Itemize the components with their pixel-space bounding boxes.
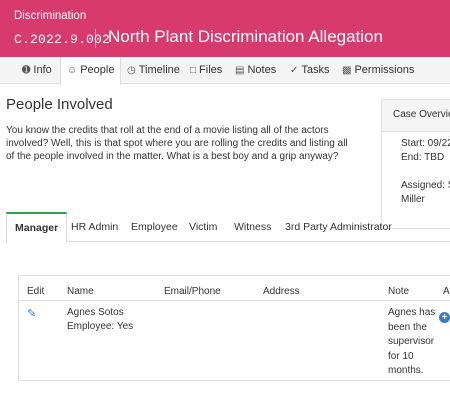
tab-tasks-label: Tasks bbox=[301, 64, 330, 76]
column-header-name: Name bbox=[67, 286, 94, 297]
case-category: Discrimination bbox=[14, 10, 87, 22]
person-note: Agnes has been the supervisor for 10 mon… bbox=[388, 306, 440, 379]
column-header-note: Note bbox=[388, 286, 410, 297]
people-table: Edit Name Email/Phone Address Note Ac ✎ … bbox=[18, 275, 450, 381]
role-tab-victim[interactable]: Victim bbox=[189, 212, 217, 242]
role-tab-3rd-party-administrator[interactable]: 3rd Party Administrator bbox=[285, 212, 392, 242]
tab-files[interactable]: □ Files bbox=[190, 57, 222, 84]
person-icon: ☺ bbox=[67, 65, 78, 76]
tab-info-label: Info bbox=[33, 64, 52, 76]
tab-people[interactable]: ☺ People bbox=[60, 57, 122, 85]
lock-icon: ▩ bbox=[342, 65, 352, 76]
person-employee-status: Employee: Yes bbox=[67, 321, 134, 332]
file-icon: □ bbox=[190, 65, 197, 76]
role-tab-employee[interactable]: Employee bbox=[131, 212, 178, 242]
case-end-date: End: TBD bbox=[401, 152, 445, 163]
note-line: Agnes has bbox=[388, 307, 436, 318]
note-line: been the bbox=[388, 321, 427, 333]
tab-timeline[interactable]: ◷ Timeline bbox=[127, 57, 180, 84]
case-title: North Plant Discrimination Allegation bbox=[108, 27, 383, 46]
info-circle-icon: ➊ bbox=[22, 65, 31, 76]
case-assigned-cont: Miller bbox=[401, 194, 425, 205]
tab-files-label: Files bbox=[199, 64, 223, 76]
role-tab-hr-admin[interactable]: HR Admin bbox=[71, 212, 118, 242]
column-header-address: Address bbox=[263, 286, 300, 297]
tab-notes[interactable]: ▤ Notes bbox=[235, 57, 276, 84]
column-header-edit: Edit bbox=[27, 286, 45, 297]
role-tab-manager[interactable]: Manager bbox=[6, 212, 68, 243]
tab-tasks[interactable]: ✓ Tasks bbox=[290, 57, 330, 84]
checkmark-icon: ✓ bbox=[290, 65, 299, 76]
person-name: Agnes Sotos bbox=[67, 307, 124, 318]
note-line: months. bbox=[388, 365, 424, 376]
column-header-actions: Ac bbox=[443, 286, 450, 297]
tab-people-label: People bbox=[80, 64, 115, 76]
column-header-email-phone: Email/Phone bbox=[164, 286, 221, 297]
add-action-icon[interactable]: + bbox=[439, 312, 450, 323]
case-overview-panel: Case Overview Start: 09/22 End: TBD Assi… bbox=[381, 99, 450, 229]
table-header-divider bbox=[19, 300, 450, 301]
edit-icon[interactable]: ✎ bbox=[27, 307, 36, 320]
role-tab-witness[interactable]: Witness bbox=[234, 212, 271, 242]
case-start-date: Start: 09/22 bbox=[401, 138, 450, 149]
case-nav: ➊ Info ☺ People ◷ Timeline □ Files ▤ Notes ✓ T… bbox=[0, 57, 450, 85]
note-line: for 10 bbox=[388, 350, 414, 362]
tab-info[interactable]: ➊ Info bbox=[22, 57, 52, 84]
role-tabs: Manager HR Admin Employee Victim Witness… bbox=[6, 212, 450, 243]
case-assigned: Assigned: S bbox=[401, 180, 450, 191]
intro-text: You know the credits that roll at the en… bbox=[6, 125, 348, 162]
clock-icon: ◷ bbox=[127, 65, 136, 76]
page-title: People Involved bbox=[6, 96, 113, 113]
case-header: Discrimination C.2022.9.002 North Plant … bbox=[0, 0, 450, 57]
tab-timeline-label: Timeline bbox=[138, 64, 180, 76]
tab-notes-label: Notes bbox=[247, 64, 277, 76]
header-divider bbox=[95, 29, 96, 48]
tab-permissions[interactable]: ▩ Permissions bbox=[342, 57, 414, 84]
tab-permissions-label: Permissions bbox=[354, 64, 415, 76]
case-overview-title: Case Overview bbox=[382, 100, 450, 132]
notes-icon: ▤ bbox=[235, 65, 245, 76]
note-line: supervisor bbox=[388, 336, 435, 347]
